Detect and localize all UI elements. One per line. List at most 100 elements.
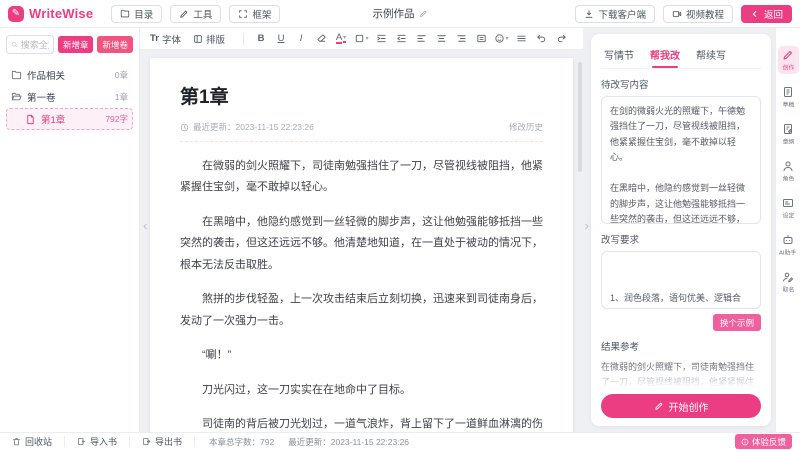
align-left-button[interactable] — [412, 31, 430, 47]
tree-item-chapter-1[interactable]: 第1章 792字 — [6, 108, 133, 130]
video-tutorial-button[interactable]: 视频教程 — [663, 5, 733, 23]
rail-item-label: 设定 — [782, 211, 794, 220]
indent-increase-button[interactable] — [372, 31, 390, 47]
bold-button[interactable]: B — [252, 31, 270, 47]
redo-icon — [556, 33, 567, 44]
back-label: 返回 — [764, 7, 783, 21]
tools-label: 工具 — [193, 7, 212, 21]
source-label: 待改写内容 — [601, 77, 761, 91]
italic-button[interactable]: I — [292, 31, 310, 47]
rail-item-create[interactable]: 创作 — [778, 46, 799, 74]
catalog-button[interactable]: 目录 — [111, 5, 162, 23]
align-right-button[interactable] — [452, 31, 470, 47]
clear-format-button[interactable] — [312, 31, 330, 47]
app-logo: ✎ WriteWise — [8, 6, 93, 22]
paragraph[interactable]: 刀光闪过，这一刀实实在在地命中了目标。 — [180, 380, 543, 401]
layout-menu-button[interactable]: 排版 — [193, 32, 225, 46]
font-menu-icon: Tr — [150, 33, 159, 44]
word-count: 本章总字数：792 — [209, 436, 274, 448]
paragraph[interactable]: 司徒南的背后被刀光划过，一道气浪炸，背上留下了一道鲜血淋漓的伤口。 — [180, 414, 543, 432]
recycle-bin-label: 回收站 — [25, 435, 52, 448]
add-volume-button[interactable]: 新增卷 — [97, 36, 133, 53]
tree-item-volume-1[interactable]: 第一卷 1章 — [6, 86, 133, 108]
feedback-label: 体验反馈 — [752, 436, 786, 448]
import-icon — [77, 437, 86, 446]
pen-icon — [782, 49, 794, 61]
rail-item-ai-helper[interactable]: AI助手 — [778, 231, 799, 259]
status-last-updated: 最近更新：2023-11-15 22:23:26 — [288, 436, 409, 448]
tab-rewrite[interactable]: 帮我改 — [649, 44, 681, 68]
video-icon — [672, 9, 682, 19]
back-button[interactable]: 返回 — [741, 5, 792, 23]
chevron-left-icon — [141, 222, 150, 231]
rail-item-label: 草稿 — [782, 100, 794, 109]
outline-icon — [782, 123, 794, 135]
start-writing-label: 开始创作 — [669, 399, 709, 414]
panel-collapse-handle[interactable] — [581, 214, 591, 240]
export-book-button[interactable]: 导出书 — [130, 436, 195, 447]
search-icon — [11, 40, 18, 49]
tab-continue[interactable]: 帮续写 — [695, 44, 727, 68]
rail-item-character[interactable]: 角色 — [778, 157, 799, 185]
requirement-line: 1、润色段落，语句优美、逻辑合理； — [610, 290, 752, 309]
framework-button[interactable]: 框架 — [229, 5, 280, 23]
tree-item-work-related[interactable]: 作品相关 0章 — [6, 64, 133, 86]
tab-write-plot[interactable]: 写情节 — [603, 44, 635, 68]
underline-button[interactable]: U — [272, 31, 290, 47]
change-example-button[interactable]: 换个示例 — [713, 314, 761, 331]
indent-decrease-button[interactable] — [392, 31, 410, 47]
editor-body[interactable]: 在微弱的剑火照耀下，司徒南勉强挡住了一刀，尽管视线被阻挡，他紧紧握住宝剑，毫不敢… — [180, 156, 543, 432]
sidebar-collapse-handle[interactable] — [140, 214, 150, 240]
tree-item-label: 第1章 — [41, 112, 65, 126]
rail-item-draft[interactable]: 草稿 — [778, 83, 799, 111]
line-spacing-button[interactable] — [512, 31, 530, 47]
page-card[interactable]: 第1章 最近更新：2023-11-15 22:23:26 修改历史 在微弱的剑火… — [150, 58, 573, 432]
tree-item-count: 1章 — [115, 91, 128, 103]
add-chapter-button[interactable]: 新增章 — [58, 36, 94, 53]
rail-item-naming[interactable]: 取名 — [778, 268, 799, 296]
requirement-textarea[interactable]: 1、润色段落，语句优美、逻辑合理； 2、午德 换成 司徒南； 3、打斗桥段华丽无… — [601, 251, 761, 309]
tools-button[interactable]: 工具 — [170, 5, 221, 23]
source-textarea[interactable]: 在剑的微弱火光的照耀下，午德勉强挡住了一刀，尽管视线被阻挡，他紧紧握住宝剑，毫不… — [601, 96, 761, 224]
font-color-button[interactable]: A▾ — [332, 31, 350, 47]
rail-item-setting[interactable]: 设定 — [778, 194, 799, 222]
rail-item-label: 角色 — [782, 174, 794, 183]
align-center-button[interactable] — [432, 31, 450, 47]
editor-scrollbar[interactable] — [578, 62, 582, 172]
feedback-button[interactable]: 体验反馈 — [735, 434, 792, 449]
highlight-color-button[interactable]: ▾ — [352, 31, 370, 47]
file-icon — [25, 114, 36, 125]
result-fade — [601, 362, 761, 388]
undo-button[interactable] — [532, 31, 550, 47]
folder-icon — [120, 9, 130, 19]
search-input[interactable] — [21, 40, 49, 50]
paragraph[interactable]: “唰！” — [180, 345, 543, 366]
justify-icon — [476, 33, 487, 44]
pen-icon — [179, 9, 189, 19]
recycle-bin-button[interactable]: 回收站 — [8, 436, 65, 447]
character-icon — [782, 160, 794, 172]
app-logo-icon: ✎ — [8, 6, 24, 22]
revision-history-link[interactable]: 修改历史 — [509, 121, 543, 133]
start-writing-button[interactable]: 开始创作 — [601, 394, 761, 418]
font-menu-label: 字体 — [162, 32, 181, 46]
paragraph[interactable]: 在微弱的剑火照耀下，司徒南勉强挡住了一刀，尽管视线被阻挡，他紧紧握住宝剑，毫不敢… — [180, 156, 543, 199]
edit-pencil-icon[interactable] — [419, 9, 428, 18]
justify-button[interactable] — [472, 31, 490, 47]
download-client-button[interactable]: 下载客户端 — [575, 5, 655, 23]
info-circle-icon — [741, 438, 749, 446]
tree-item-count: 0章 — [115, 69, 128, 81]
font-menu-button[interactable]: Tr 字体 — [150, 32, 181, 46]
export-book-label: 导出书 — [155, 435, 182, 448]
rail-item-outline[interactable]: 章纲 — [778, 120, 799, 148]
name-icon — [782, 271, 794, 283]
paragraph[interactable]: 煞拼的步伐轻盈，上一次攻击结束后立刻切换，迅速来到司徒南身后，发动了一次强力一击… — [180, 289, 543, 332]
indent-increase-icon — [376, 33, 387, 44]
insert-symbol-button[interactable]: ▾ — [492, 31, 510, 47]
import-book-button[interactable]: 导入书 — [65, 436, 130, 447]
paragraph[interactable]: 在黑暗中，他隐约感觉到一丝轻微的脚步声，这让他勉强能够抵挡一些突然的袭击，但这还… — [180, 212, 543, 276]
redo-button[interactable] — [552, 31, 570, 47]
editor-scroll-area[interactable]: 第1章 最近更新：2023-11-15 22:23:26 修改历史 在微弱的剑火… — [140, 50, 583, 432]
app-logo-text: WriteWise — [29, 6, 93, 21]
layout-menu-label: 排版 — [206, 32, 225, 46]
